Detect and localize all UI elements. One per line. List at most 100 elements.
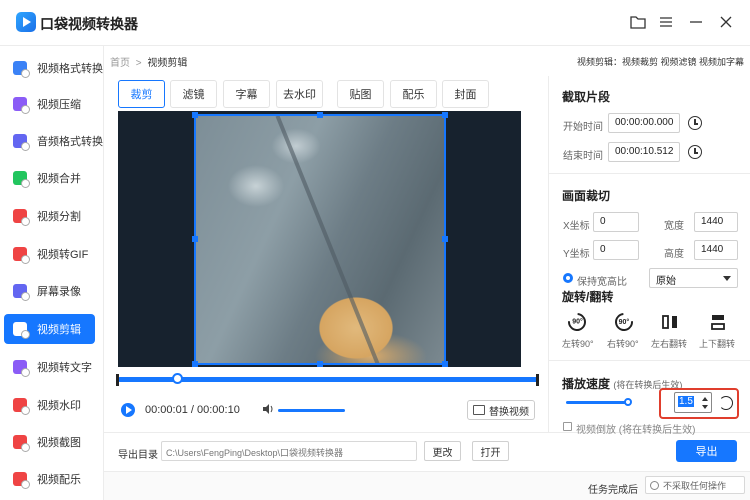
sidebar-item-label: 视频格式转换 [37,63,103,75]
crop-handle-top[interactable] [317,112,323,118]
sidebar-item-merge[interactable]: 视频合并 [4,163,95,193]
export-button[interactable]: 导出 [676,440,737,462]
tab-subtitle[interactable]: 字幕 [223,80,270,108]
rotate-left-icon-text: 90° [571,318,583,326]
sidebar-item-screenshot[interactable]: 视频截图 [4,427,95,457]
crop-handle-left[interactable] [192,236,198,242]
sidebar-item-audio-convert[interactable]: 音频格式转换 [4,126,103,156]
flip-vertical-icon[interactable] [708,312,728,332]
sidebar-item-to-text[interactable]: 视频转文字 [4,352,95,382]
tab-filter[interactable]: 滤镜 [170,80,217,108]
speed-slider[interactable] [566,401,628,404]
task-complete-select[interactable]: 不采取任何操作 [645,476,745,494]
menu-icon[interactable] [656,12,676,32]
screenshot-icon [13,435,30,452]
sidebar-item-format-convert[interactable]: 视频格式转换 [4,53,103,83]
rotate-right-label[interactable]: 右转90° [607,337,639,350]
flip-horizontal-icon[interactable] [660,312,680,332]
output-dir-field[interactable]: C:\Users\FengPing\Desktop\口袋视频转换器 [161,441,417,461]
timeline-end-handle[interactable] [536,374,539,386]
height-label: 高度 [664,249,684,260]
flip-horizontal-label[interactable]: 左右翻转 [651,337,687,350]
crop-handle-bottom-left[interactable] [192,361,198,367]
volume-icon[interactable] [262,403,274,418]
crop-handle-right[interactable] [442,236,448,242]
rotate-left-label[interactable]: 左转90° [562,337,594,350]
sidebar-item-label: 视频水印 [37,400,81,412]
height-input[interactable]: 1440 [694,240,738,260]
crop-handle-top-right[interactable] [442,112,448,118]
timeline-playhead[interactable] [172,373,183,384]
compress-icon [13,97,30,114]
change-dir-button[interactable]: 更改 [424,441,461,461]
sidebar-item-label: 视频压缩 [37,99,81,111]
edit-tabs: 裁剪 滤镜 字幕 去水印 贴图 配乐 封面 [110,76,548,108]
breadcrumb-separator: > [135,58,142,69]
rotate-section-title: 旋转/翻转 [562,290,614,304]
y-coord-input[interactable]: 0 [593,240,639,260]
set-end-time-icon[interactable] [688,145,702,159]
end-time-label: 结束时间 [563,151,603,162]
sidebar-item-split[interactable]: 视频分割 [4,201,95,231]
watermark-icon [13,398,30,415]
app-title: 口袋视频转换器 [40,16,138,32]
start-time-input[interactable]: 00:00:00.000 [608,113,680,133]
sidebar-item-video-edit[interactable]: 视频剪辑 [4,314,95,344]
minimize-icon[interactable] [686,12,706,32]
speed-slider-knob[interactable] [624,398,632,406]
width-input[interactable]: 1440 [694,212,738,232]
reverse-video-checkbox[interactable] [563,422,572,431]
replace-video-label: 替换视频 [489,406,529,418]
crop-handle-bottom-right[interactable] [442,361,448,367]
crop-handle-top-left[interactable] [192,112,198,118]
end-time-input[interactable]: 00:00:10.512 [608,142,680,162]
replace-video-icon [473,405,485,415]
ratio-select-value: 原始 [656,276,676,287]
keep-ratio-radio[interactable] [563,273,573,283]
sidebar-item-watermark[interactable]: 视频水印 [4,390,95,420]
sidebar-item-label: 视频截图 [37,437,81,449]
feature-links[interactable]: 视频剪辑：视频裁剪 视频滤镜 视频加字幕 [577,55,744,68]
playback-time: 00:00:01 / 00:00:10 [145,404,240,416]
volume-slider[interactable] [278,409,345,412]
crop-handle-bottom[interactable] [317,361,323,367]
rotate-right-icon[interactable]: 90° [611,309,637,335]
keep-ratio-label: 保持宽高比 [577,277,627,288]
replace-video-button[interactable]: 替换视频 [467,400,535,420]
stepper-up-icon[interactable] [702,397,708,401]
x-coord-input[interactable]: 0 [593,212,639,232]
folder-icon[interactable] [628,12,648,32]
open-dir-button[interactable]: 打开 [472,441,509,461]
breadcrumb-home[interactable]: 首页 [110,58,130,69]
music-icon [13,472,30,489]
set-start-time-icon[interactable] [688,116,702,130]
close-icon[interactable] [716,12,736,32]
tab-crop[interactable]: 裁剪 [118,80,165,108]
divider [549,173,750,174]
crop-selection[interactable] [194,114,446,365]
tab-cover[interactable]: 封面 [442,80,489,108]
split-icon [13,209,30,226]
sidebar-item-compress[interactable]: 视频压缩 [4,89,95,119]
screen-record-icon [13,284,30,301]
sidebar: 视频格式转换 视频压缩 音频格式转换 视频合并 视频分割 视频转GIF 屏幕录像… [0,46,104,500]
tab-sticker[interactable]: 贴图 [337,80,384,108]
flip-vertical-label[interactable]: 上下翻转 [699,337,735,350]
rotate-left-icon[interactable]: 90° [564,309,590,335]
gif-icon [13,247,30,264]
stepper-down-icon[interactable] [702,405,708,409]
sidebar-item-screen-record[interactable]: 屏幕录像 [4,276,95,306]
timeline-start-handle[interactable] [116,374,119,386]
breadcrumb: 首页 > 视频剪辑 [110,54,187,69]
sidebar-item-gif[interactable]: 视频转GIF [4,239,95,269]
no-action-icon [650,480,659,490]
speed-stepper[interactable]: 1.5 [674,392,712,413]
sidebar-item-label: 视频转文字 [37,362,92,374]
sidebar-item-music[interactable]: 视频配乐 [4,464,95,494]
tab-remove-watermark[interactable]: 去水印 [276,80,323,108]
play-button[interactable] [121,403,135,417]
ratio-select[interactable]: 原始 [649,268,738,288]
task-complete-value: 不采取任何操作 [663,480,727,491]
reset-speed-icon[interactable] [719,396,733,410]
tab-music[interactable]: 配乐 [390,80,437,108]
